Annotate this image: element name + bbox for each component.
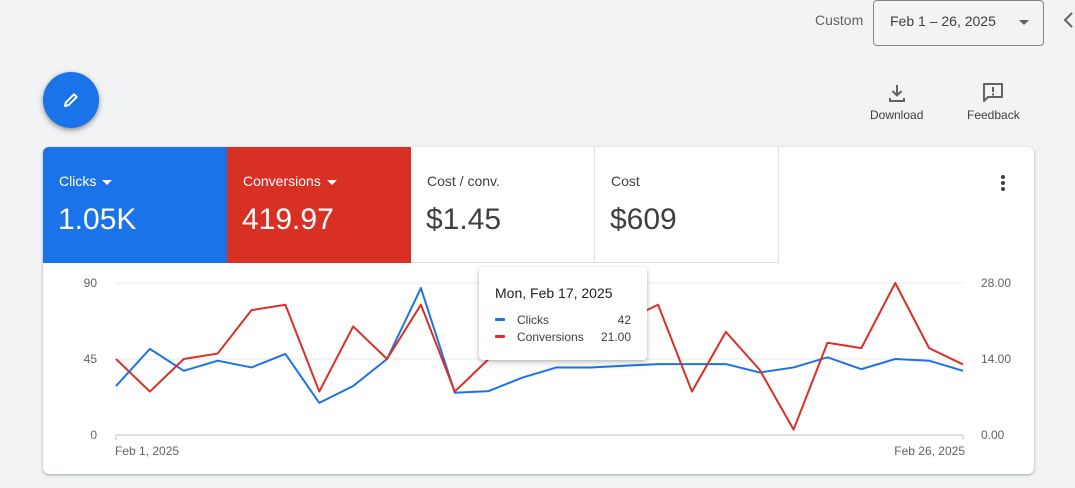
- more-options-icon[interactable]: [993, 173, 1013, 193]
- metric-conversions-value: 419.97: [242, 203, 334, 236]
- metric-clicks-value: 1.05K: [58, 203, 137, 236]
- metric-cost-per-conversion[interactable]: Cost / conv. $1.45: [411, 147, 595, 263]
- tooltip-row-name: Conversions: [517, 330, 584, 344]
- metric-cost-per-conversion-label: Cost / conv.: [427, 173, 500, 189]
- metric-cost[interactable]: Cost $609: [595, 147, 779, 263]
- tooltip-row-conversions: Conversions 21.00: [495, 330, 631, 344]
- metric-conversions-label: Conversions: [243, 173, 337, 189]
- range-type-label: Custom: [815, 12, 864, 28]
- tooltip-row-clicks: Clicks 42: [495, 313, 631, 327]
- chevron-left-icon[interactable]: [1060, 10, 1075, 30]
- metric-clicks-label: Clicks: [59, 173, 113, 189]
- tooltip-row-value: 21.00: [600, 330, 631, 344]
- tooltip-row-value: 42: [617, 313, 631, 327]
- download-label: Download: [870, 108, 924, 122]
- download-icon: [888, 85, 905, 102]
- dropdown-icon: [102, 179, 113, 185]
- metric-cost-label: Cost: [611, 173, 640, 189]
- tooltip-row-name: Clicks: [517, 313, 549, 327]
- right-axis-tick-label: 28.00: [981, 276, 1011, 290]
- metric-conversions[interactable]: Conversions 419.97: [227, 147, 411, 263]
- download-button[interactable]: Download: [870, 82, 923, 122]
- metric-clicks[interactable]: Clicks 1.05K: [43, 147, 227, 263]
- edit-button[interactable]: [43, 72, 99, 128]
- left-axis-tick-label: 45: [84, 352, 98, 366]
- metric-cost-value: $609: [610, 203, 677, 236]
- metric-cost-per-conversion-value: $1.45: [426, 203, 502, 236]
- performance-card: Clicks 1.05K Conversions 419.97 Cost / c…: [43, 147, 1034, 474]
- tooltip-title: Mon, Feb 17, 2025: [495, 285, 613, 301]
- x-axis-tick-label: Feb 1, 2025: [115, 444, 179, 458]
- left-axis-tick-label: 90: [84, 276, 98, 290]
- x-axis-tick-label: Feb 26, 2025: [894, 444, 965, 458]
- clicks-swatch: [495, 318, 505, 321]
- feedback-button[interactable]: Feedback: [967, 82, 1020, 122]
- conversions-swatch: [495, 335, 505, 338]
- right-axis-tick-label: 14.00: [981, 352, 1011, 366]
- right-axis-tick-label: 0.00: [981, 428, 1005, 442]
- feedback-icon: [983, 83, 1004, 102]
- chart-tooltip: Mon, Feb 17, 2025 Clicks 42 Conversions …: [479, 267, 647, 360]
- pencil-icon: [64, 93, 78, 107]
- date-range-picker[interactable]: Feb 1 – 26, 2025: [873, 0, 1044, 46]
- feedback-label: Feedback: [967, 108, 1020, 122]
- dropdown-icon: [326, 179, 337, 185]
- left-axis-tick-label: 0: [90, 428, 97, 442]
- date-range-text: Feb 1 – 26, 2025: [890, 13, 996, 29]
- chevron-down-icon: [1019, 20, 1029, 25]
